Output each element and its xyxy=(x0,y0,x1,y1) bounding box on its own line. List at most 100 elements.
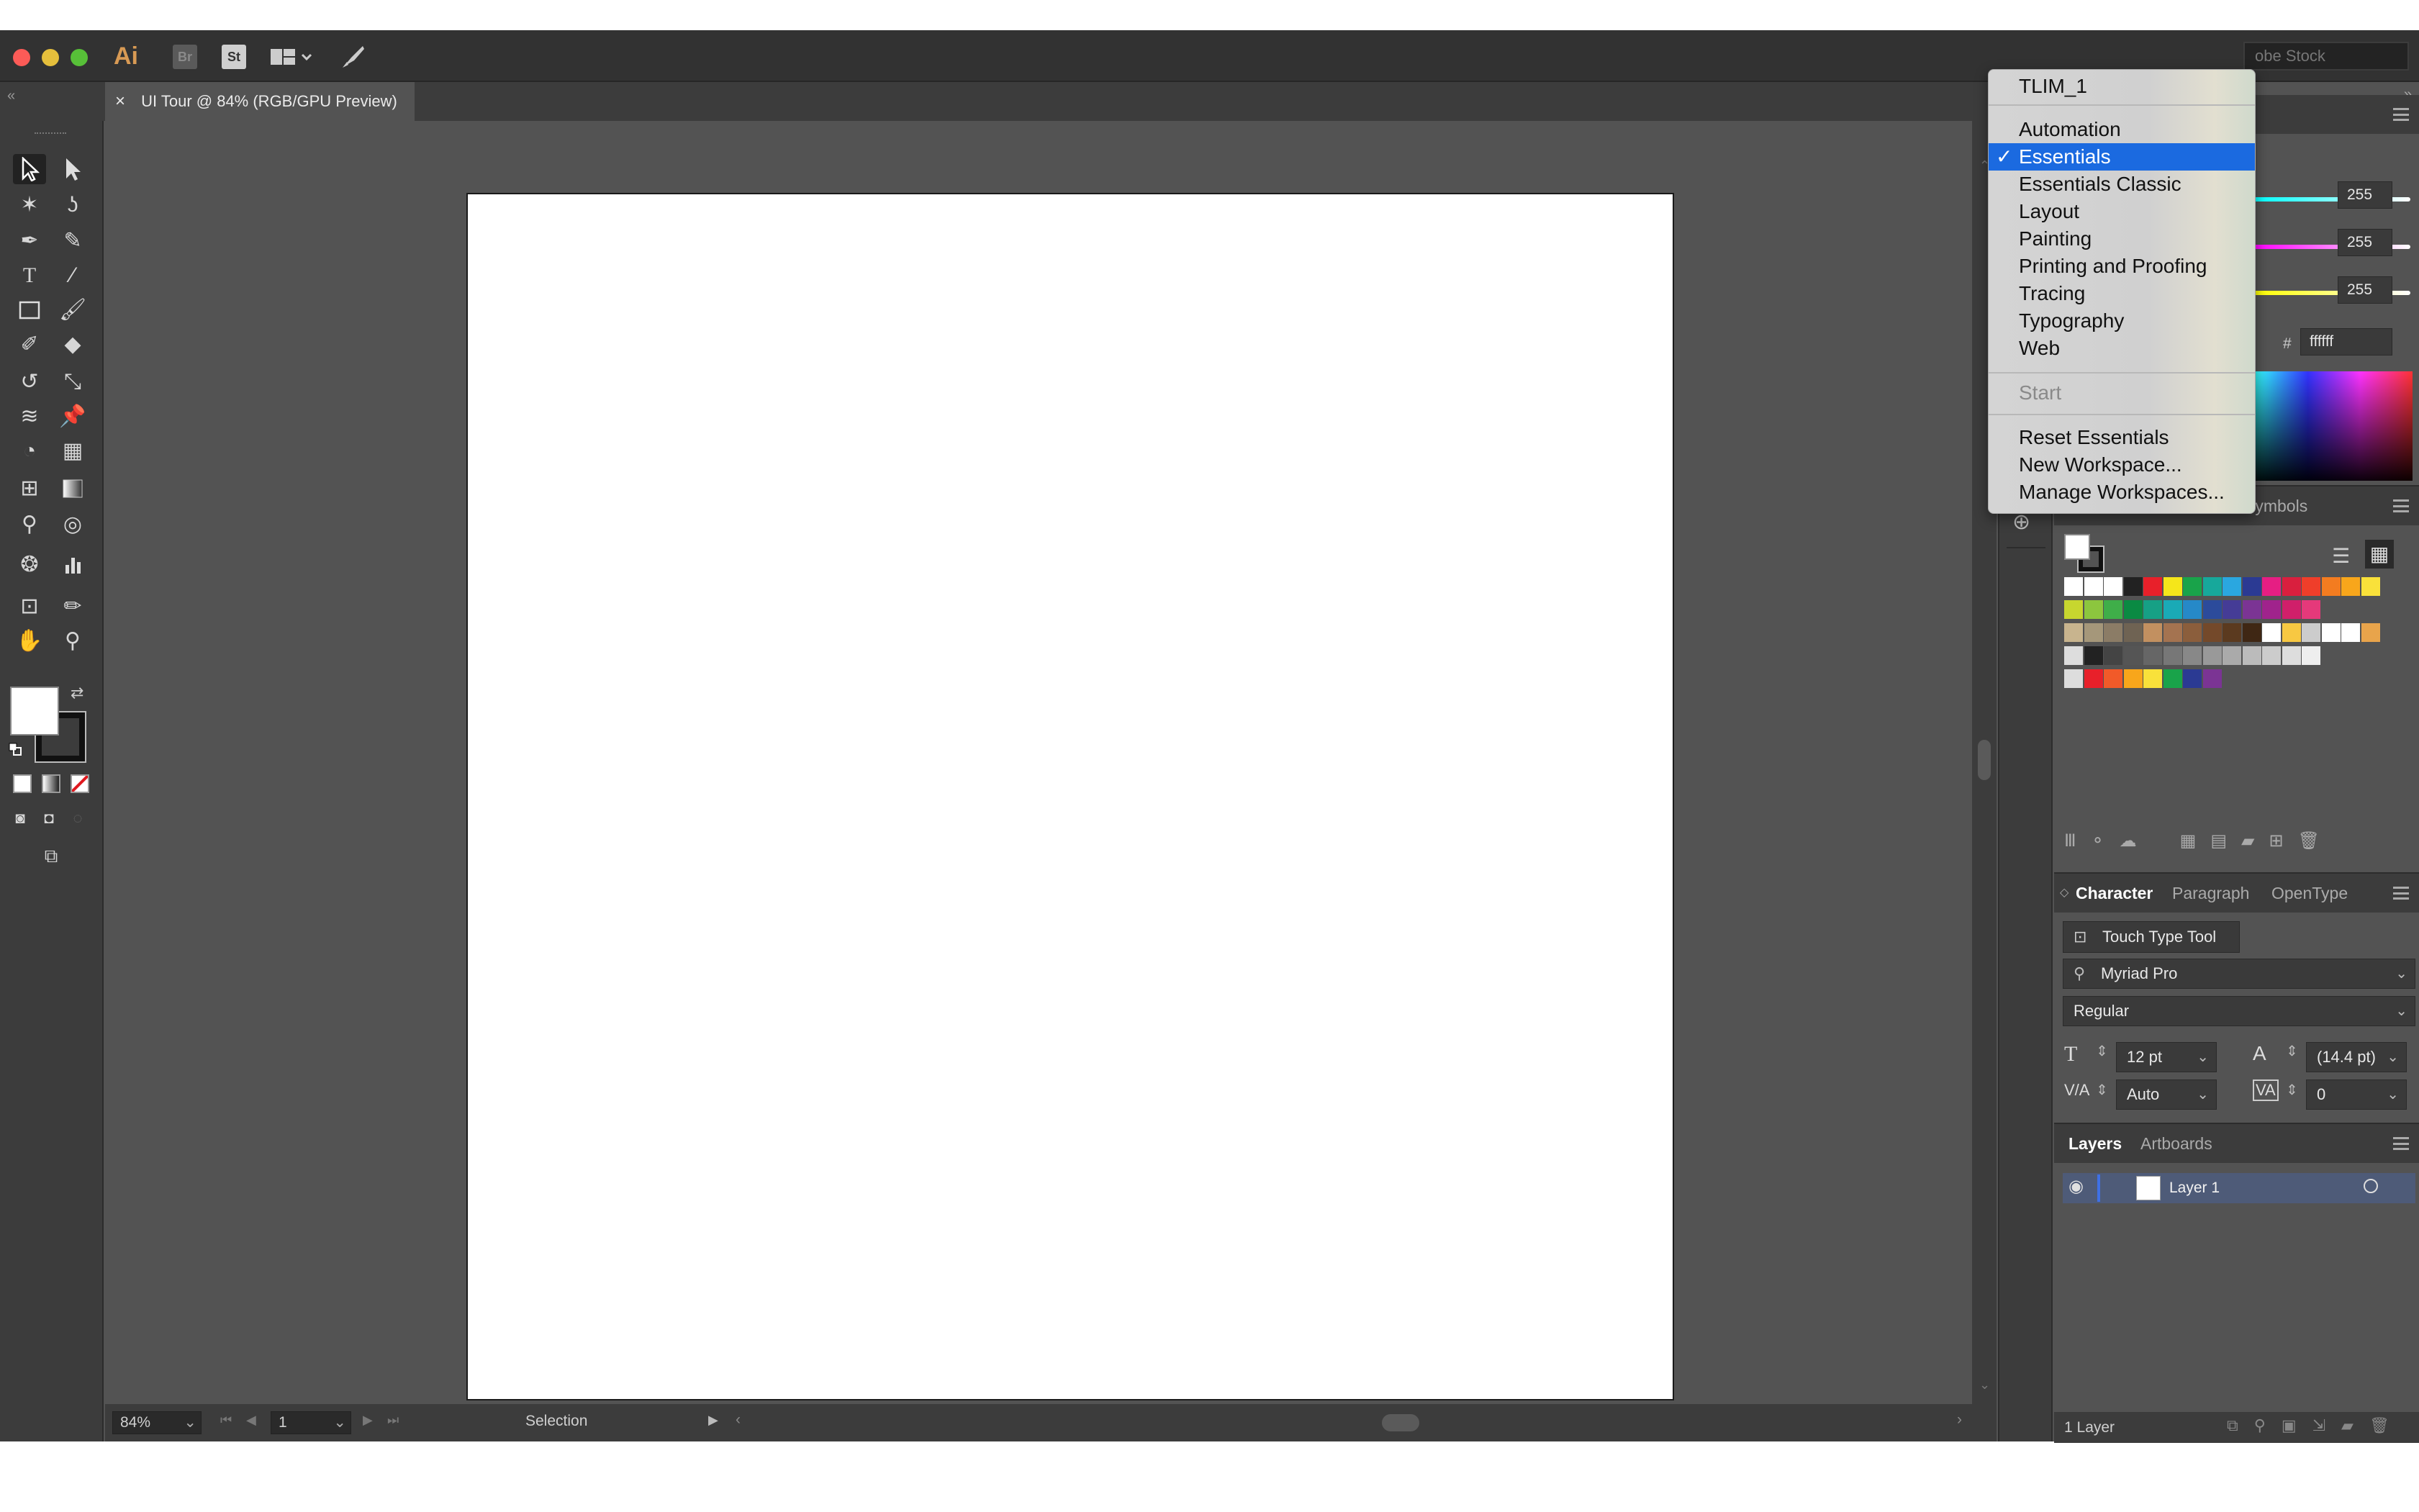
color-swatch[interactable] xyxy=(2183,646,2202,665)
color-swatch[interactable] xyxy=(2163,623,2182,642)
color-swatch[interactable] xyxy=(2123,623,2143,642)
color-swatch[interactable] xyxy=(2302,646,2320,665)
color-swatch[interactable] xyxy=(2223,577,2241,596)
font-size-field[interactable]: 12 pt ⌄ xyxy=(2116,1042,2217,1072)
blend-tool-icon[interactable]: ◎ xyxy=(56,510,89,540)
color-swatch[interactable] xyxy=(2064,646,2083,665)
leading-dropdown-icon[interactable]: ⌄ xyxy=(2387,1043,2399,1072)
draw-normal-icon[interactable]: ◙ xyxy=(6,803,35,833)
hex-value-field[interactable]: ffffff xyxy=(2300,328,2392,356)
color-swatch[interactable] xyxy=(2183,623,2202,642)
none-mode-button[interactable] xyxy=(71,774,89,793)
color-swatch[interactable] xyxy=(2223,646,2241,665)
document-tab[interactable]: × UI Tour @ 84% (RGB/GPU Preview) xyxy=(105,82,415,121)
color-swatch[interactable] xyxy=(2183,669,2202,688)
menu-item-workspace[interactable]: ✓ Essentials xyxy=(1989,143,2255,171)
tab-character[interactable]: Character xyxy=(2076,874,2153,913)
draw-inside-icon[interactable]: ◌ xyxy=(63,803,92,833)
menu-item-workspace[interactable]: Printing and Proofing xyxy=(1989,253,2255,280)
kerning-stepper[interactable]: ⇕ xyxy=(2096,1081,2108,1099)
color-swatch[interactable] xyxy=(2242,623,2261,642)
hand-tool-icon[interactable]: ✋ xyxy=(13,626,46,656)
rotate-tool-icon[interactable]: ↺ xyxy=(13,367,46,397)
color-swatch[interactable] xyxy=(2282,600,2301,619)
color-swatch[interactable] xyxy=(2183,577,2202,596)
last-artboard-icon[interactable]: ⏭ xyxy=(387,1413,399,1428)
previous-artboard-icon[interactable]: ◀ xyxy=(246,1413,256,1428)
horizontal-scroll-thumb[interactable] xyxy=(1382,1414,1419,1431)
direct-selection-tool-icon[interactable] xyxy=(56,154,89,184)
touch-type-tool-button[interactable]: ⊡ Touch Type Tool xyxy=(2063,921,2240,953)
tracking-dropdown-icon[interactable]: ⌄ xyxy=(2387,1080,2399,1109)
font-size-dropdown-icon[interactable]: ⌄ xyxy=(2197,1043,2209,1072)
color-swatch[interactable] xyxy=(2223,623,2241,642)
default-fill-stroke-icon[interactable] xyxy=(9,743,22,756)
color-swatch[interactable] xyxy=(2321,623,2341,642)
width-tool-icon[interactable]: ≋ xyxy=(13,402,46,432)
scroll-right-icon[interactable]: › xyxy=(1957,1411,1962,1429)
search-adobe-stock-input[interactable]: obe Stock xyxy=(2243,42,2409,71)
menu-item-workspace[interactable]: Layout xyxy=(1989,198,2255,225)
color-swatch[interactable] xyxy=(2262,600,2281,619)
color-swatch[interactable] xyxy=(2084,623,2103,642)
color-swatch[interactable] xyxy=(2084,669,2103,688)
color-swatch[interactable] xyxy=(2302,600,2320,619)
menu-item-workspace[interactable]: Typography xyxy=(1989,307,2255,335)
color-panel-menu-icon[interactable] xyxy=(2393,108,2409,121)
font-family-field[interactable]: ⚲ Myriad Pro ⌄ xyxy=(2063,959,2415,989)
layer-row[interactable]: ◉ Layer 1 xyxy=(2063,1173,2415,1203)
color-swatch[interactable] xyxy=(2242,600,2261,619)
artboard-number-field[interactable]: 1 ⌄ xyxy=(271,1411,351,1434)
color-swatch[interactable] xyxy=(2104,646,2122,665)
color-swatch[interactable] xyxy=(2361,577,2380,596)
cc-libraries-icon[interactable]: ☁ xyxy=(2120,830,2137,856)
paintbrush-tool-icon[interactable]: 🖌 xyxy=(56,295,89,325)
color-swatch[interactable] xyxy=(2143,600,2162,619)
font-size-stepper[interactable]: ⇕ xyxy=(2096,1042,2108,1060)
swap-fill-stroke-icon[interactable]: ⇄ xyxy=(71,684,83,702)
perspective-grid-tool-icon[interactable]: ▦ xyxy=(56,436,89,466)
color-swatch[interactable] xyxy=(2064,669,2083,688)
gpu-performance-button[interactable] xyxy=(341,43,367,69)
color-swatch[interactable] xyxy=(2282,623,2301,642)
color-swatch[interactable] xyxy=(2123,577,2143,596)
color-swatch[interactable] xyxy=(2143,577,2162,596)
pen-tool-icon[interactable]: ✒ xyxy=(13,226,46,256)
eraser-tool-icon[interactable]: ◆ xyxy=(56,330,89,360)
gradient-mode-button[interactable] xyxy=(42,774,60,793)
menu-item-manage-workspaces[interactable]: Manage Workspaces... xyxy=(1989,479,2255,506)
layers-panel-menu-icon[interactable] xyxy=(2393,1137,2409,1150)
font-family-dropdown-icon[interactable]: ⌄ xyxy=(2395,959,2407,988)
menu-item-workspace[interactable]: Essentials Classic xyxy=(1989,171,2255,198)
red-value[interactable]: 255 xyxy=(2338,181,2392,209)
status-menu-icon[interactable]: ▶ xyxy=(708,1413,718,1428)
tracking-stepper[interactable]: ⇕ xyxy=(2286,1081,2298,1099)
color-swatch[interactable] xyxy=(2341,577,2360,596)
color-swatch[interactable] xyxy=(2202,577,2222,596)
menu-item-workspace[interactable]: Web xyxy=(1989,335,2255,362)
swatches-panel-menu-icon[interactable] xyxy=(2393,499,2409,512)
slice-tool-icon[interactable]: ✏ xyxy=(56,592,89,622)
bridge-button[interactable]: Br xyxy=(173,45,197,69)
color-swatch[interactable] xyxy=(2202,669,2222,688)
color-swatch[interactable] xyxy=(2282,646,2301,665)
close-tab-icon[interactable]: × xyxy=(115,91,125,111)
blue-value[interactable]: 255 xyxy=(2338,276,2392,304)
canvas-area[interactable] xyxy=(105,121,1972,1404)
character-panel-menu-icon[interactable] xyxy=(2393,887,2409,900)
selection-tool-icon[interactable] xyxy=(13,154,46,184)
font-style-field[interactable]: Regular ⌄ xyxy=(2063,996,2415,1026)
collapse-character-icon[interactable]: ◇ xyxy=(2060,874,2068,913)
artboard-dropdown-icon[interactable]: ⌄ xyxy=(333,1412,346,1434)
vertical-scroll-thumb[interactable] xyxy=(1978,740,1991,780)
color-swatch[interactable] xyxy=(2064,623,2083,642)
color-swatch[interactable] xyxy=(2361,623,2380,642)
artboard[interactable] xyxy=(466,193,1674,1400)
color-swatch[interactable] xyxy=(2223,600,2241,619)
color-swatch[interactable] xyxy=(2104,669,2122,688)
color-mode-button[interactable] xyxy=(13,774,32,793)
menu-item-new-workspace[interactable]: New Workspace... xyxy=(1989,451,2255,479)
color-swatch[interactable] xyxy=(2143,623,2162,642)
swatch-libraries-icon[interactable]: Ⅲ xyxy=(2064,830,2076,856)
line-segment-tool-icon[interactable]: ⁄ xyxy=(56,261,89,291)
